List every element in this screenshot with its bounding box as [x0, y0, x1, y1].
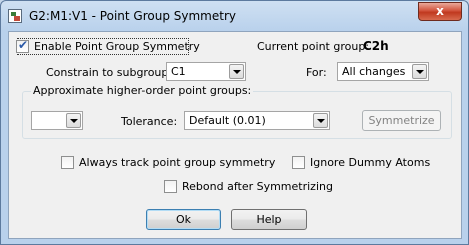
constrain-subgroup-label: Constrain to subgroup: — [46, 66, 173, 79]
for-dropdown[interactable]: All changes — [337, 62, 429, 81]
rebond-label[interactable]: Rebond after Symmetrizing — [182, 180, 333, 193]
app-document-icon — [8, 9, 22, 23]
tolerance-value: Default (0.01) — [189, 114, 266, 127]
always-track-label[interactable]: Always track point group symmetry — [79, 156, 275, 169]
help-button[interactable]: Help — [231, 209, 307, 230]
approx-group-dropdown[interactable] — [31, 111, 83, 130]
chevron-down-icon[interactable] — [229, 64, 244, 79]
current-point-group-value: C2h — [363, 39, 389, 53]
ok-button[interactable]: Ok — [146, 209, 221, 230]
ignore-dummy-checkbox[interactable] — [292, 156, 305, 169]
rebond-checkbox[interactable] — [164, 180, 177, 193]
enable-symmetry-label[interactable]: Enable Point Group Symmetry — [34, 40, 200, 53]
ignore-dummy-label[interactable]: Ignore Dummy Atoms — [310, 156, 430, 169]
close-button[interactable]: x — [418, 2, 462, 21]
dialog-window: G2:M1:V1 - Point Group Symmetry x Enable… — [0, 0, 469, 245]
constrain-subgroup-value: C1 — [171, 65, 186, 78]
constrain-subgroup-dropdown[interactable]: C1 — [166, 62, 246, 81]
current-point-group-label: Current point group: — [257, 40, 370, 53]
approx-groupbox-title: Approximate higher-order point groups: — [31, 84, 254, 97]
always-track-checkbox[interactable] — [61, 156, 74, 169]
symmetrize-button[interactable]: Symmetrize — [362, 110, 441, 131]
window-title: G2:M1:V1 - Point Group Symmetry — [29, 9, 236, 23]
tolerance-dropdown[interactable]: Default (0.01) — [184, 111, 330, 130]
dialog-body: Enable Point Group Symmetry Current poin… — [8, 31, 462, 239]
for-value: All changes — [342, 65, 406, 78]
enable-symmetry-checkbox[interactable] — [16, 38, 29, 53]
tolerance-label: Tolerance: — [121, 115, 178, 128]
chevron-down-icon[interactable] — [412, 64, 427, 79]
close-icon: x — [436, 4, 444, 18]
chevron-down-icon[interactable] — [66, 113, 81, 128]
title-bar[interactable]: G2:M1:V1 - Point Group Symmetry x — [1, 1, 468, 31]
chevron-down-icon[interactable] — [313, 113, 328, 128]
for-label: For: — [306, 66, 327, 79]
